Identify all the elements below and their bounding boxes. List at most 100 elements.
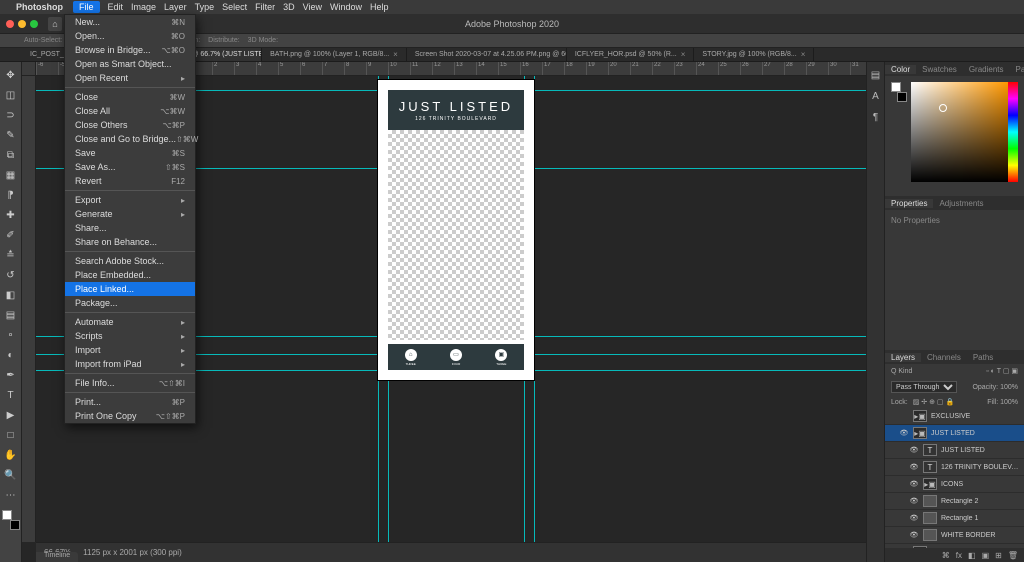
menu-3d[interactable]: 3D [283,2,295,12]
menu-item-import[interactable]: Import▸ [65,343,195,357]
layer-fx-icon[interactable]: fx [956,551,962,560]
layer-row[interactable]: 👁Rectangle 2 [885,493,1024,510]
clone-tool[interactable]: ≛ [2,246,20,264]
foreground-background-swatch[interactable] [2,510,20,530]
document-tab[interactable]: STORY.jpg @ 100% (RGB/8...× [694,48,814,61]
layer-name[interactable]: ICONS [941,481,1020,488]
menu-item-search-adobe-stock[interactable]: Search Adobe Stock... [65,254,195,268]
menu-item-open-recent[interactable]: Open Recent▸ [65,71,195,85]
zoom-tool[interactable]: 🔍 [2,466,20,484]
marquee-tool[interactable]: ◫ [2,86,20,104]
menu-item-package[interactable]: Package... [65,296,195,310]
menu-window[interactable]: Window [330,2,362,12]
visibility-toggle[interactable]: 👁 [909,480,919,488]
blur-tool[interactable]: ∘ [2,326,20,344]
close-tab-icon[interactable]: × [801,50,806,59]
dodge-tool[interactable]: ◐ [2,346,20,364]
hand-tool[interactable]: ✋ [2,446,20,464]
layer-filter-label[interactable]: Q Kind [891,368,912,375]
menu-type[interactable]: Type [195,2,215,12]
visibility-toggle[interactable]: 👁 [909,463,919,471]
delete-layer-icon[interactable]: 🗑 [1008,551,1018,560]
document-tab[interactable]: BATH.png @ 100% (Layer 1, RGB/8...× [262,48,407,61]
layer-row[interactable]: ▸▣EXCLUSIVE [885,408,1024,425]
layer-name[interactable]: WHITE BORDER [941,532,1020,539]
home-button[interactable]: ⌂ [48,17,62,31]
type-tool[interactable]: T [2,386,20,404]
layer-row[interactable]: 👁T126 TRINITY BOULEVARD [885,459,1024,476]
menu-item-file-info[interactable]: File Info...⌥⇧⌘I [65,376,195,390]
link-layers-icon[interactable]: ⌘ [942,551,950,560]
lock-icons[interactable]: ▨ ✢ ⊕ ▢ 🔒 [913,398,954,406]
menu-item-close-and-go-to-bridge[interactable]: Close and Go to Bridge...⇧⌘W [65,132,195,146]
color-field[interactable] [911,82,1008,182]
frame-tool[interactable]: ▦ [2,166,20,184]
rectangle-tool[interactable]: □ [2,426,20,444]
lasso-tool[interactable]: ⊃ [2,106,20,124]
layer-row[interactable]: 👁Rectangle 1 [885,510,1024,527]
visibility-toggle[interactable]: 👁 [909,514,919,522]
app-name[interactable]: Photoshop [16,2,63,12]
menu-item-export[interactable]: Export▸ [65,193,195,207]
close-tab-icon[interactable]: × [393,50,398,59]
doc-info[interactable]: 1125 px x 2001 px (300 ppi) [83,548,182,557]
layer-row[interactable]: 👁 WHITE BORDER [885,527,1024,544]
visibility-toggle[interactable]: 👁 [909,497,919,505]
ruler-origin[interactable] [22,62,36,76]
layer-name[interactable]: JUST LISTED [931,430,1020,437]
layer-filter-icons[interactable]: ▫ ◐ T ▢ ▣ [986,367,1018,375]
tab-swatches[interactable]: Swatches [916,65,963,74]
menu-item-close[interactable]: Close⌘W [65,90,195,104]
tab-gradients[interactable]: Gradients [963,65,1010,74]
menu-item-share[interactable]: Share... [65,221,195,235]
hue-slider[interactable] [1008,82,1018,182]
menu-item-save[interactable]: Save⌘S [65,146,195,160]
minimize-window-icon[interactable] [18,20,26,28]
options-segment[interactable]: Distribute: [208,37,240,44]
menu-item-print-one-copy[interactable]: Print One Copy⌥⇧⌘P [65,409,195,423]
new-group-icon[interactable]: ▣ [982,551,990,560]
color-fgbg-swatch[interactable] [891,82,907,102]
menu-item-generate[interactable]: Generate▸ [65,207,195,221]
visibility-toggle[interactable]: 👁 [899,429,909,437]
layer-name[interactable]: 126 TRINITY BOULEVARD [941,464,1020,471]
fill-value[interactable]: 100% [1000,399,1018,406]
move-tool[interactable]: ✥ [2,66,20,84]
tab-channels[interactable]: Channels [921,353,967,362]
edit-toolbar[interactable]: ⋯ [2,486,20,504]
layer-name[interactable]: JUST LISTED [941,447,1020,454]
visibility-toggle[interactable]: 👁 [909,531,919,539]
menu-item-automate[interactable]: Automate▸ [65,315,195,329]
layer-row[interactable]: 👁▸▣JUST LISTED [885,425,1024,442]
menu-item-print[interactable]: Print...⌘P [65,395,195,409]
menu-item-open[interactable]: Open...⌘O [65,29,195,43]
eyedropper-tool[interactable]: ⁋ [2,186,20,204]
eraser-tool[interactable]: ◧ [2,286,20,304]
document-tab[interactable]: Screen Shot 2020-03-07 at 4.25.06 PM.png… [407,48,567,61]
options-segment[interactable]: 3D Mode: [248,37,278,44]
menu-item-open-as-smart-object[interactable]: Open as Smart Object... [65,57,195,71]
menu-item-revert[interactable]: RevertF12 [65,174,195,188]
menu-item-close-others[interactable]: Close Others⌥⌘P [65,118,195,132]
menu-select[interactable]: Select [222,2,247,12]
layer-row[interactable]: 👁▸▣ICONS [885,476,1024,493]
menu-item-place-embedded[interactable]: Place Embedded... [65,268,195,282]
tab-adjustments[interactable]: Adjustments [933,199,989,208]
crop-tool[interactable]: ⧉ [2,146,20,164]
options-segment[interactable]: Auto-Select: [24,37,62,44]
paragraph-icon[interactable]: ¶ [873,112,878,123]
menu-edit[interactable]: Edit [108,2,124,12]
menu-view[interactable]: View [303,2,322,12]
close-window-icon[interactable] [6,20,14,28]
document-tab[interactable]: ICFLYER_HOR.psd @ 50% (R...× [567,48,695,61]
menu-item-close-all[interactable]: Close All⌥⌘W [65,104,195,118]
healing-tool[interactable]: ✚ [2,206,20,224]
guide[interactable] [534,76,535,542]
menu-item-import-from-ipad[interactable]: Import from iPad▸ [65,357,195,371]
pen-tool[interactable]: ✒ [2,366,20,384]
menu-item-browse-in-bridge[interactable]: Browse in Bridge...⌥⌘O [65,43,195,57]
layer-mask-icon[interactable]: ◧ [968,551,976,560]
opacity-value[interactable]: 100% [1000,384,1018,391]
tab-patterns[interactable]: Patterns [1010,65,1024,74]
character-icon[interactable]: A [872,91,879,102]
